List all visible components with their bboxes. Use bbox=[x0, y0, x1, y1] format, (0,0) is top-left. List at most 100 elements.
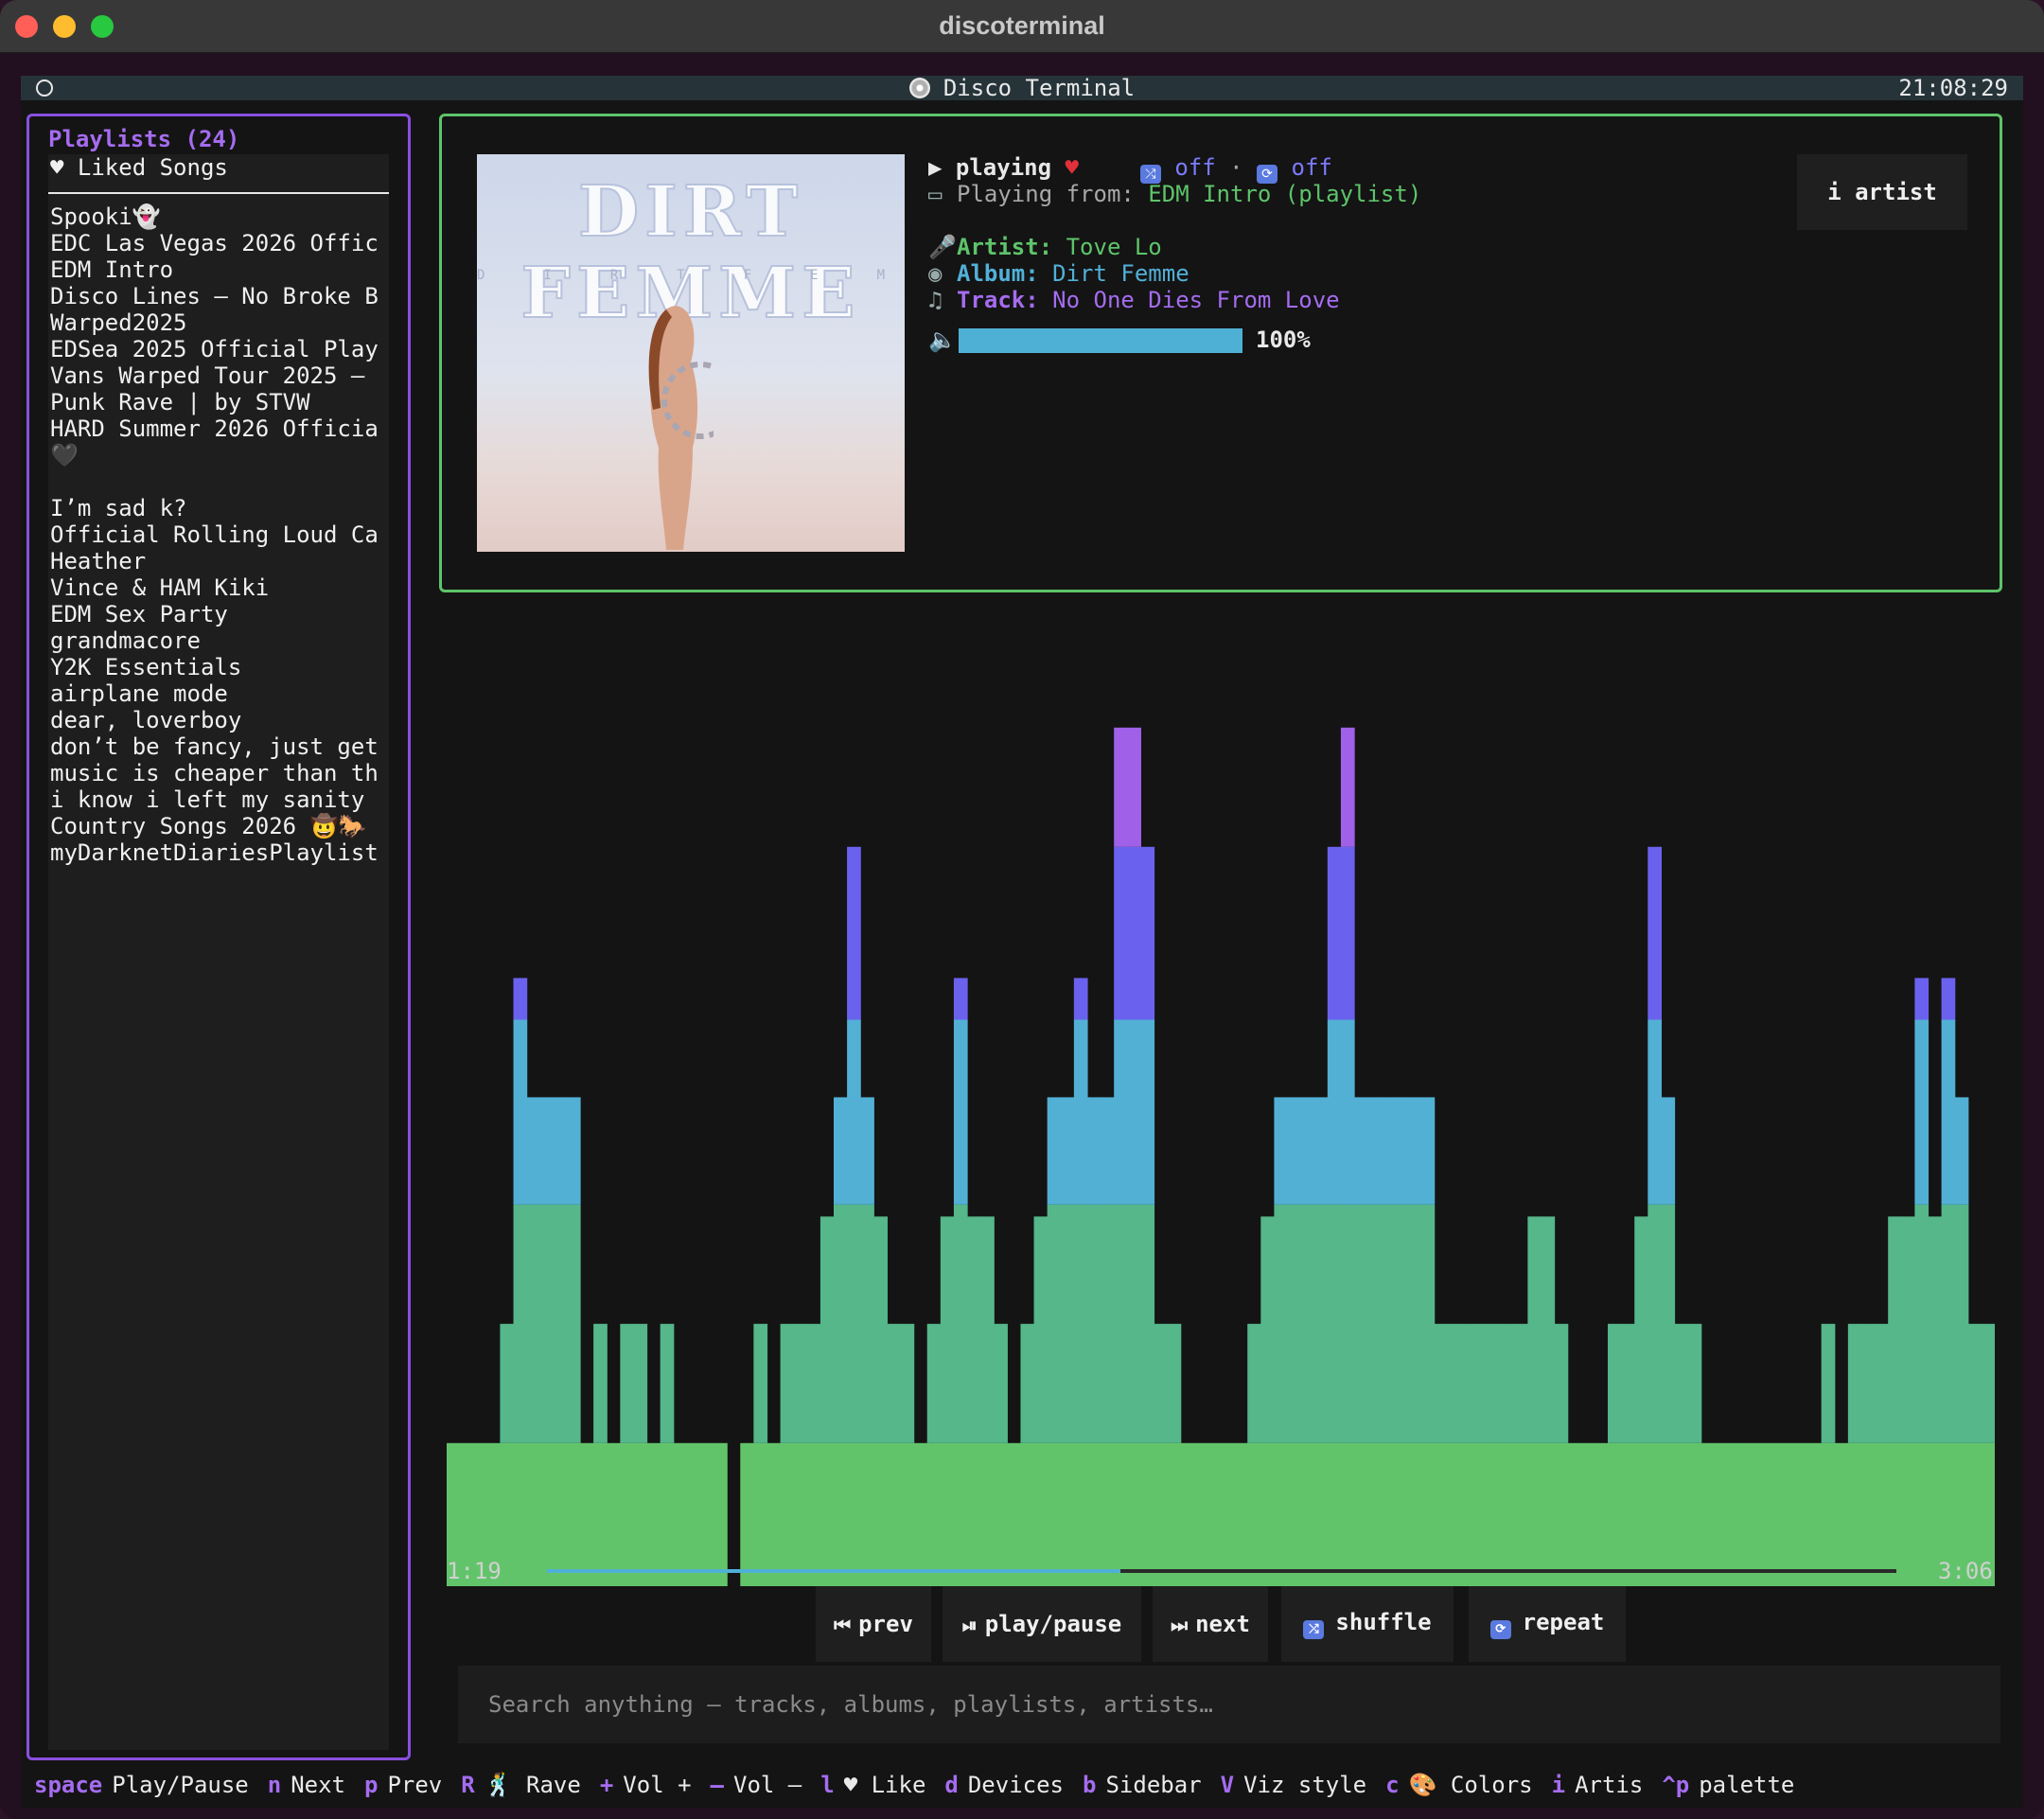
playlist-item[interactable]: Y2K Essentials bbox=[48, 654, 389, 680]
visualizer-bar bbox=[1287, 1097, 1302, 1205]
visualizer-bar bbox=[580, 1442, 594, 1586]
visualizer-bar bbox=[887, 1442, 902, 1586]
visualizer-bar bbox=[1047, 1204, 1062, 1443]
hint-key: – bbox=[710, 1772, 724, 1798]
visualizer-bar bbox=[1340, 1019, 1355, 1205]
visualizer-bar bbox=[834, 1097, 848, 1205]
visualizer-bar bbox=[1260, 1216, 1276, 1443]
visualizer-bar bbox=[633, 1323, 648, 1443]
visualizer-bar bbox=[500, 1442, 515, 1586]
album-row: ◉ Album: Dirt Femme bbox=[928, 260, 1421, 287]
visualizer-bar bbox=[1073, 1204, 1088, 1443]
playlist-item[interactable]: Disco Lines – No Broke B bbox=[48, 283, 389, 309]
visualizer-bar bbox=[566, 1204, 581, 1443]
playing-from-value[interactable]: EDM Intro (playlist) bbox=[1148, 181, 1421, 207]
playlist-item[interactable]: don’t be fancy, just get bbox=[48, 733, 389, 760]
playlist-item[interactable]: EDSea 2025 Official Play bbox=[48, 336, 389, 362]
volume-bar[interactable] bbox=[959, 328, 1242, 353]
playlist-item[interactable]: Punk Rave | by STVW bbox=[48, 389, 389, 415]
visualizer-bar bbox=[967, 1442, 981, 1586]
visualizer-bar bbox=[1114, 846, 1128, 1020]
visualizer-bar bbox=[1941, 1019, 1956, 1205]
folder-icon: ▭ bbox=[928, 181, 943, 207]
album-cover: DIRT FEMME DIRTFEMME bbox=[477, 154, 905, 552]
artist-name: Tove Lo bbox=[1066, 234, 1162, 260]
playlist-item[interactable]: i know i left my sanity bbox=[48, 786, 389, 813]
hint-key: d bbox=[944, 1772, 959, 1798]
playlist-item[interactable]: Country Songs 2026 🤠🐎 bbox=[48, 813, 389, 839]
playlist-item[interactable]: Spooki👻 bbox=[48, 203, 389, 230]
visualizer-bar bbox=[660, 1442, 675, 1586]
heart-icon[interactable]: ♥ bbox=[1066, 154, 1079, 181]
visualizer-bar bbox=[1313, 1204, 1329, 1443]
visualizer-bar bbox=[1768, 1442, 1782, 1586]
visualizer-bar bbox=[1434, 1323, 1449, 1443]
visualizer-bar bbox=[1501, 1442, 1515, 1586]
spectrum-visualizer bbox=[447, 727, 1995, 1586]
progress-bar[interactable] bbox=[547, 1569, 1896, 1573]
visualizer-bar bbox=[566, 1442, 581, 1586]
now-playing-card: DIRT FEMME DIRTFEMME ▶ playing ♥ ⤮ off ·… bbox=[439, 114, 2002, 592]
visualizer-bar bbox=[1394, 1204, 1409, 1443]
hint-description: Sidebar bbox=[1105, 1772, 1202, 1798]
playlist-item[interactable]: HARD Summer 2026 Officia bbox=[48, 415, 389, 442]
visualizer-bar bbox=[620, 1442, 635, 1586]
visualizer-bar bbox=[1340, 727, 1355, 847]
playlist-item[interactable]: EDM Sex Party bbox=[48, 601, 389, 627]
playlist-item[interactable]: grandmacore bbox=[48, 627, 389, 654]
visualizer-bar bbox=[1300, 1442, 1315, 1586]
playlist-item[interactable]: Warped2025 bbox=[48, 309, 389, 336]
playlist-item[interactable]: EDM Intro bbox=[48, 256, 389, 283]
visualizer-bar bbox=[1140, 1019, 1155, 1205]
play-pause-icon: ⏯ bbox=[961, 1614, 978, 1636]
shuffle-button[interactable]: ⤮ shuffle bbox=[1281, 1586, 1454, 1662]
visualizer-bar bbox=[1180, 1442, 1195, 1586]
playlist-item[interactable]: myDarknetDiariesPlaylist bbox=[48, 839, 389, 866]
visualizer-bar bbox=[860, 1204, 874, 1443]
playlist-list[interactable]: ♥ Liked Songs Spooki👻 EDC Las Vegas 2026 … bbox=[48, 154, 389, 1750]
hint-description: Artis bbox=[1575, 1772, 1644, 1798]
playlist-item[interactable]: Official Rolling Loud Ca bbox=[48, 521, 389, 548]
next-button[interactable]: ⏭ next bbox=[1153, 1586, 1268, 1662]
visualizer-bar bbox=[819, 1442, 835, 1586]
visualizer-bar bbox=[780, 1323, 795, 1443]
playlist-item[interactable]: Vans Warped Tour 2025 – bbox=[48, 362, 389, 389]
visualizer-bar bbox=[1340, 1442, 1355, 1586]
hint-description: Viz style bbox=[1243, 1772, 1367, 1798]
visualizer-bar bbox=[660, 1323, 675, 1443]
visualizer-bar bbox=[1140, 846, 1155, 1020]
playlist-item[interactable]: dear, loverboy bbox=[48, 707, 389, 733]
hint-key: i bbox=[1551, 1772, 1566, 1798]
hint-key: b bbox=[1083, 1772, 1097, 1798]
album-name: Dirt Femme bbox=[1052, 260, 1189, 287]
visualizer-bar bbox=[1114, 1442, 1128, 1586]
repeat-button[interactable]: ⟳ repeat bbox=[1469, 1586, 1626, 1662]
visualizer-bar bbox=[1381, 1097, 1395, 1205]
visualizer-bar bbox=[1086, 1442, 1101, 1586]
visualizer-bar bbox=[1514, 1323, 1528, 1443]
prev-button[interactable]: ⏮ prev bbox=[816, 1586, 931, 1662]
playlist-item[interactable]: music is cheaper than th bbox=[48, 760, 389, 786]
search-input[interactable] bbox=[458, 1666, 2000, 1743]
playlist-item[interactable]: airplane mode bbox=[48, 680, 389, 707]
repeat-label: repeat bbox=[1522, 1609, 1605, 1635]
visualizer-bar bbox=[1086, 1204, 1101, 1443]
hint-description: ♥ Like bbox=[843, 1772, 926, 1798]
header-bar: Disco Terminal 21:08:29 bbox=[21, 76, 2023, 100]
app-window: discoterminal Disco Terminal 21:08:29 Pl… bbox=[0, 0, 2044, 1819]
playlist-item[interactable]: 🖤 bbox=[48, 442, 389, 468]
microphone-icon: 🎤 bbox=[928, 234, 957, 260]
playlist-item[interactable]: Vince & HAM Kiki bbox=[48, 574, 389, 601]
playlists-heading: Playlists (24) bbox=[48, 126, 240, 152]
playlist-item-liked-songs[interactable]: ♥ Liked Songs bbox=[48, 154, 389, 194]
visualizer-bar bbox=[1914, 1019, 1929, 1205]
visualizer-bar bbox=[926, 1323, 942, 1443]
playlist-item[interactable]: EDC Las Vegas 2026 Offic bbox=[48, 230, 389, 256]
visualizer-bar bbox=[1127, 846, 1141, 1020]
visualizer-bar bbox=[633, 1442, 648, 1586]
playlist-item[interactable]: Heather bbox=[48, 548, 389, 574]
artist-info-button[interactable]: i artist bbox=[1797, 154, 1967, 230]
play-pause-button[interactable]: ⏯ play/pause bbox=[943, 1586, 1141, 1662]
hint-key: space bbox=[34, 1772, 103, 1798]
playlist-item[interactable]: I’m sad k? bbox=[48, 495, 389, 521]
